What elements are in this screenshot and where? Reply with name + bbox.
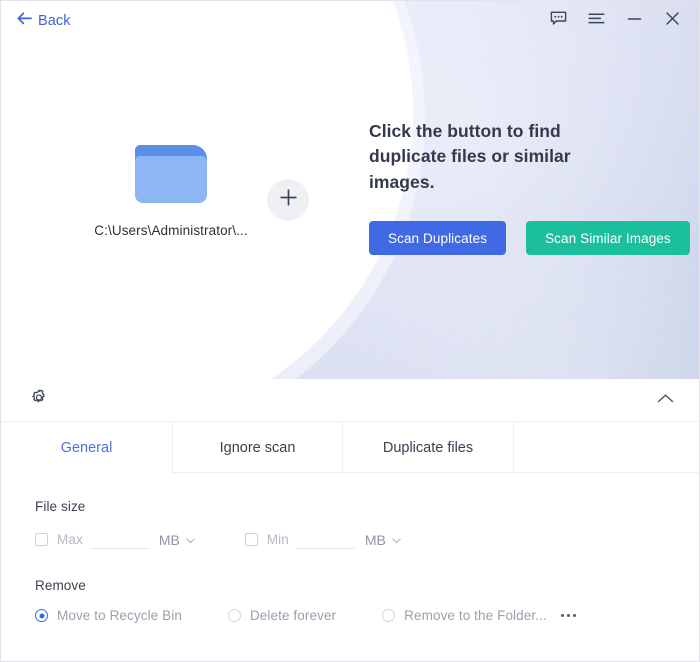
tab-ignore-scan[interactable]: Ignore scan [173,422,343,473]
add-folder-button[interactable] [267,179,309,221]
radio-indicator [382,609,396,622]
folder-icon[interactable] [135,144,207,203]
minimize-icon [627,12,642,30]
feedback-bubble-icon [550,11,567,31]
hero-section: Back C:\Users\Administrator\... Click th… [1,1,699,379]
ellipsis-icon[interactable] [559,610,578,621]
scan-similar-images-button[interactable]: Scan Similar Images [526,221,690,256]
folder-icon-front [135,155,207,203]
ellipsis-dot [560,614,564,617]
tab-general[interactable]: General [1,422,173,473]
scan-duplicates-button[interactable]: Scan Duplicates [369,221,507,256]
max-file-size-field: Max MB [35,530,195,549]
back-button-label: Back [38,13,71,29]
menu-button[interactable] [579,6,613,36]
gear-icon [29,388,49,413]
radio-indicator-selected [35,609,48,622]
settings-toolbar [1,379,699,421]
settings-gear-button[interactable] [25,386,53,414]
feedback-button[interactable] [541,6,575,36]
cta-button-row: Scan Duplicates Scan Similar Images [369,221,690,256]
folder-path-label: C:\Users\Administrator\... [94,222,248,238]
collapse-settings-button[interactable] [651,386,679,414]
arrow-left-icon [17,12,32,30]
minimize-button[interactable] [617,6,651,36]
settings-tab-bar: General Ignore scan Duplicate files [1,421,699,473]
settings-panel-body: File size Max MB Min MB Remove Move to R… [1,473,699,623]
radio-move-to-recycle-bin-label: Move to Recycle Bin [57,608,182,623]
plus-icon [279,188,298,212]
max-file-size-input[interactable] [90,530,149,549]
radio-delete-forever[interactable]: Delete forever [227,608,337,623]
chevron-down-icon [392,531,401,549]
ellipsis-dot [572,614,576,617]
max-file-size-unit-select[interactable]: MB [159,531,195,549]
title-bar: Back [1,1,699,41]
hero-content: Click the button to find duplicate files… [369,119,690,256]
ellipsis-dot [566,614,570,617]
close-button[interactable] [655,6,689,36]
remove-group-label: Remove [35,578,86,593]
min-file-size-unit-label: MB [364,531,386,548]
max-file-size-unit-label: MB [158,531,180,548]
chevron-down-icon [186,531,195,549]
back-button[interactable]: Back [17,8,71,34]
max-file-size-checkbox[interactable] [35,533,48,546]
radio-move-to-recycle-bin[interactable]: Move to Recycle Bin [35,608,182,623]
file-size-group-label: File size [35,499,86,514]
radio-delete-forever-label: Delete forever [249,608,337,623]
chevron-up-icon [657,391,674,409]
radio-remove-to-folder-label: Remove to the Folder... [404,608,547,623]
min-file-size-unit-select[interactable]: MB [365,531,401,549]
hamburger-menu-icon [587,12,605,30]
file-size-row: Max MB Min MB [35,530,699,549]
hero-heading: Click the button to find duplicate files… [369,121,571,192]
min-file-size-input[interactable] [296,530,355,549]
radio-remove-to-folder[interactable]: Remove to the Folder... [382,608,547,623]
min-file-size-field: Min MB [244,530,401,549]
tab-bar-filler [514,422,699,473]
close-icon [665,11,680,31]
radio-indicator [227,609,241,622]
tab-duplicate-files[interactable]: Duplicate files [343,422,514,473]
min-file-size-checkbox[interactable] [244,533,258,546]
min-file-size-label: Min [266,532,289,547]
max-file-size-label: Max [57,532,83,547]
remove-options-row: Move to Recycle Bin Delete forever Remov… [35,608,699,623]
settings-panel: General Ignore scan Duplicate files File… [1,379,699,661]
window-controls [541,6,689,36]
app-window: Back C:\Users\Administrator\... Click th… [0,0,700,662]
